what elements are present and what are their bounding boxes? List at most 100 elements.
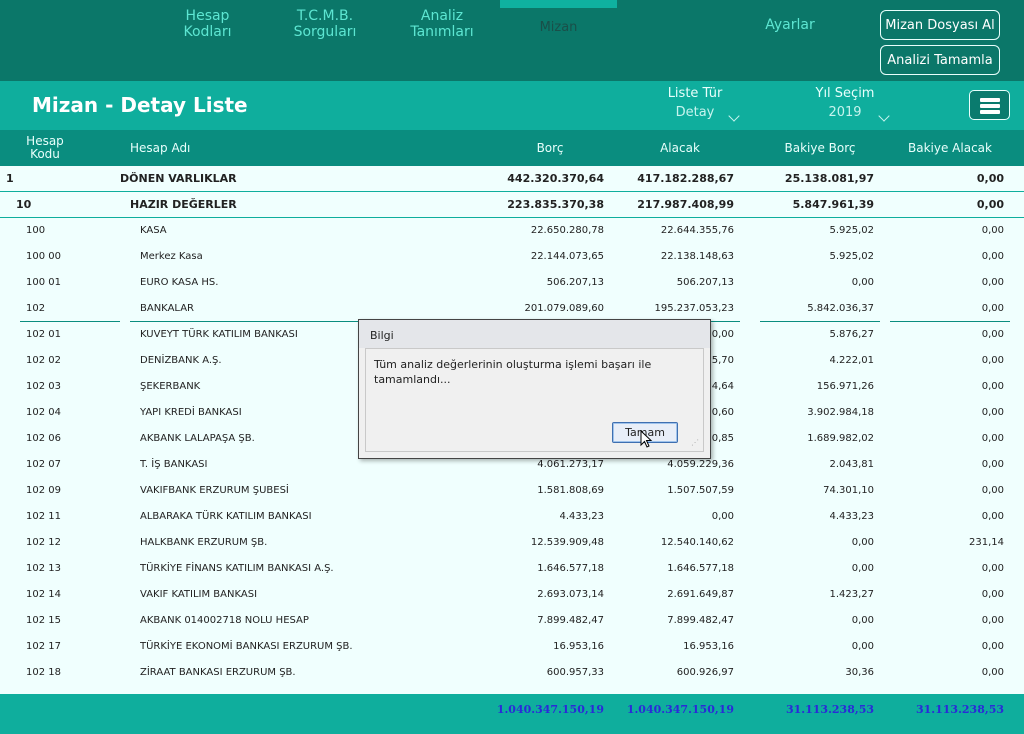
tab-mizan[interactable]: Mizan [500, 0, 617, 81]
table-row[interactable]: 1 DÖNEN VARLIKLAR 442.320.370,64 417.182.28… [0, 166, 1024, 192]
cell-borc: 506.207,13 [546, 277, 604, 288]
cell-bakiye-borc: 3.902.984,18 [807, 407, 874, 418]
cell-alacak: 217.987.408,99 [637, 198, 734, 211]
cell-bakiye-borc: 0,00 [851, 537, 874, 548]
cell-bakiye-alacak: 0,00 [981, 615, 1004, 626]
active-tab-indicator [500, 0, 617, 8]
cell-alacak: 7.899.482,47 [667, 615, 734, 626]
resize-grip-icon[interactable]: ⋰ [691, 439, 701, 449]
cell-alacak: 600.926,97 [676, 667, 734, 678]
cell-alacak: 2.691.649,87 [667, 589, 734, 600]
table-row[interactable]: 102 09 VAKIFBANK ERZURUM ŞUBESİ 1.581.808,… [0, 478, 1024, 504]
cell-bakiye-alacak: 0,00 [981, 407, 1004, 418]
cell-bakiye-borc: 4.222,01 [829, 355, 874, 366]
tab-hesap-kodlari-label: Hesap Kodları [183, 8, 232, 40]
cell-bakiye-alacak: 0,00 [981, 589, 1004, 600]
cell-kodu: 100 [26, 225, 46, 236]
liste-tur-select[interactable]: Liste Tür Detay [640, 86, 750, 122]
table-row[interactable]: 100 01 EURO KASA HS. 506.207,13 506.207,13 0… [0, 270, 1024, 296]
table-row[interactable]: 102 15 AKBANK 014002718 NOLU HESAP 7.899.4… [0, 608, 1024, 634]
table-row[interactable]: 100 KASA 22.650.280,78 22.644.355,76 5.925,0… [0, 218, 1024, 244]
cell-borc: 1.581.808,69 [537, 485, 604, 496]
info-dialog: Bilgi Tüm analiz değerlerinin oluşturma … [358, 319, 711, 459]
cell-bakiye-alacak: 0,00 [981, 381, 1004, 392]
cell-bakiye-borc: 1.689.982,02 [807, 433, 874, 444]
total-borc: 1.040.347.150,19 [496, 703, 604, 716]
cell-alacak: 16.953,16 [683, 641, 734, 652]
column-header-borc[interactable]: Borç [490, 130, 610, 166]
table-row[interactable]: 102 17 TÜRKİYE EKONOMİ BANKASI ERZURUM ŞB… [0, 634, 1024, 660]
dialog-titlebar[interactable]: Bilgi [359, 320, 710, 348]
cell-bakiye-alacak: 0,00 [981, 485, 1004, 496]
table-row[interactable]: 102 18 ZİRAAT BANKASI ERZURUM ŞB. 600.957,… [0, 660, 1024, 686]
table-row[interactable]: 102 12 HALKBANK ERZURUM ŞB. 12.539.909,48 1… [0, 530, 1024, 556]
cell-kodu: 102 [20, 296, 120, 322]
cell-hesap-adi: KASA [140, 225, 167, 236]
cell-bakiye-borc: 5.842.036,37 [760, 296, 880, 322]
column-header-bakiye-borc[interactable]: Bakiye Borç [760, 130, 880, 166]
cell-kodu: 102 02 [26, 355, 61, 366]
table-row[interactable]: 102 13 TÜRKİYE FİNANS KATILIM BANKASI A.Ş… [0, 556, 1024, 582]
table-row[interactable]: 102 14 VAKIF KATILIM BANKASI 2.693.073,14 2… [0, 582, 1024, 608]
cell-bakiye-alacak: 0,00 [981, 667, 1004, 678]
cell-borc: 22.650.280,78 [530, 225, 604, 236]
cell-bakiye-borc: 0,00 [851, 277, 874, 288]
total-bakiye-alacak: 31.113.238,53 [915, 703, 1004, 716]
totals-footer: 1.040.347.150,19 1.040.347.150,19 31.113… [0, 694, 1024, 734]
column-header-kodu[interactable]: Hesap Kodu [20, 130, 70, 166]
column-header-adi[interactable]: Hesap Adı [130, 130, 250, 166]
cell-alacak: 1.646.577,18 [667, 563, 734, 574]
liste-tur-label: Liste Tür [667, 86, 723, 101]
cell-hesap-adi: VAKIFBANK ERZURUM ŞUBESİ [140, 485, 289, 496]
cell-bakiye-borc: 30,36 [845, 667, 874, 678]
cell-alacak: 506.207,13 [676, 277, 734, 288]
cell-kodu: 102 17 [26, 641, 61, 652]
hamburger-menu-button[interactable] [969, 90, 1010, 120]
cell-borc: 223.835.370,38 [507, 198, 604, 211]
cell-alacak: 0,00 [711, 511, 734, 522]
dialog-message: Tüm analiz değerlerinin oluşturma işlemi… [374, 358, 652, 386]
cell-bakiye-borc: 5.876,27 [829, 329, 874, 340]
table-header: Hesap Kodu Hesap Adı Borç Alacak Bakiye … [0, 130, 1024, 166]
cell-kodu: 102 09 [26, 485, 61, 496]
mouse-cursor-icon [640, 430, 653, 448]
cell-bakiye-borc: 25.138.081,97 [784, 172, 874, 185]
cell-borc: 600.957,33 [546, 667, 604, 678]
column-header-bakiye-alacak[interactable]: Bakiye Alacak [890, 130, 1010, 166]
cell-hesap-adi: ZİRAAT BANKASI ERZURUM ŞB. [140, 667, 296, 678]
cell-hesap-adi: TÜRKİYE EKONOMİ BANKASI ERZURUM ŞB. [140, 641, 353, 652]
cell-hesap-adi: HAZIR DEĞERLER [130, 198, 237, 211]
total-bakiye-borc: 31.113.238,53 [785, 703, 874, 716]
table-row[interactable]: 10 HAZIR DEĞERLER 223.835.370,38 217.987.40… [0, 192, 1024, 218]
column-header-alacak[interactable]: Alacak [620, 130, 740, 166]
cell-bakiye-alacak: 0,00 [981, 433, 1004, 444]
cell-bakiye-borc: 0,00 [851, 641, 874, 652]
mizan-dosyasi-al-button[interactable]: Mizan Dosyası Al [880, 10, 1000, 40]
cell-bakiye-alacak: 0,00 [890, 296, 1010, 322]
table-row[interactable]: 102 11 ALBARAKA TÜRK KATILIM BANKASI 4.433… [0, 504, 1024, 530]
cell-hesap-adi: ALBARAKA TÜRK KATILIM BANKASI [140, 511, 312, 522]
cell-hesap-adi: EURO KASA HS. [140, 277, 219, 288]
cell-bakiye-alacak: 0,00 [981, 563, 1004, 574]
tab-ayarlar[interactable]: Ayarlar [745, 0, 835, 81]
analizi-tamamla-button[interactable]: Analizi Tamamla [880, 45, 1000, 75]
total-alacak: 1.040.347.150,19 [626, 703, 734, 716]
cell-hesap-adi: AKBANK 014002718 NOLU HESAP [140, 615, 309, 626]
cell-borc: 12.539.909,48 [530, 537, 604, 548]
cell-kodu: 102 14 [26, 589, 61, 600]
cell-bakiye-borc: 5.925,02 [829, 251, 874, 262]
tab-analiz-tanimlari[interactable]: Analiz Tanımları [392, 0, 492, 81]
tab-hesap-kodlari[interactable]: Hesap Kodları [160, 0, 255, 81]
page-title: Mizan - Detay Liste [32, 93, 248, 117]
cell-kodu: 10 [16, 198, 32, 211]
yil-secim-select[interactable]: Yıl Seçim 2019 [790, 86, 900, 122]
dialog-title: Bilgi [370, 329, 394, 342]
table-row[interactable]: 100 00 Merkez Kasa 22.144.073,65 22.138.148… [0, 244, 1024, 270]
cell-kodu: 102 07 [26, 459, 61, 470]
cell-bakiye-borc: 156.971,26 [816, 381, 874, 392]
cell-bakiye-alacak: 0,00 [981, 459, 1004, 470]
cell-borc: 16.953,16 [553, 641, 604, 652]
tab-tcmb-sorgulari[interactable]: T.C.M.B. Sorguları [275, 0, 375, 81]
cell-bakiye-alacak: 0,00 [981, 277, 1004, 288]
cell-hesap-adi: TÜRKİYE FİNANS KATILIM BANKASI A.Ş. [140, 563, 334, 574]
